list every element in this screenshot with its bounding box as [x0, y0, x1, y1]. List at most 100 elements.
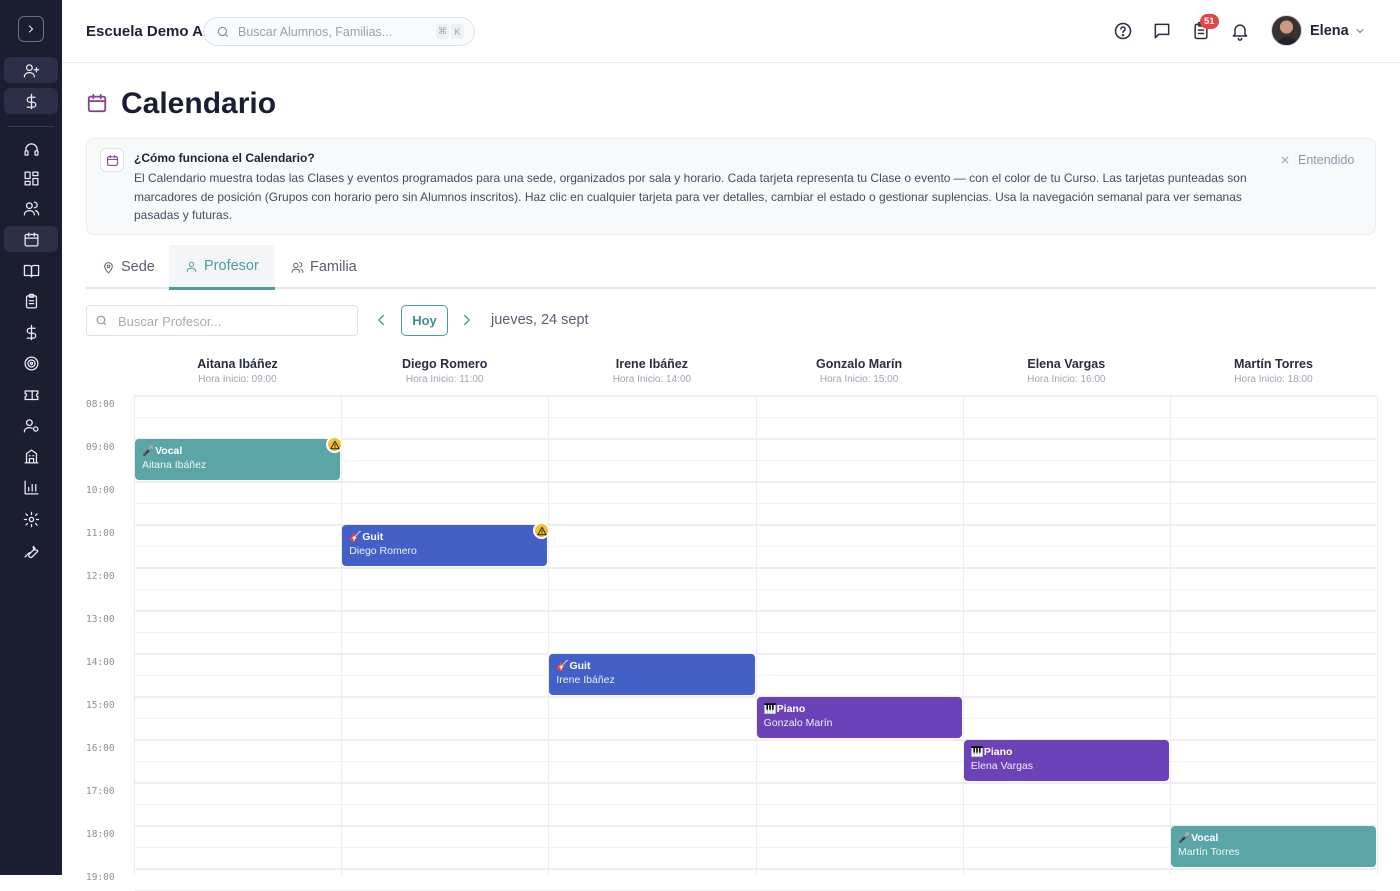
sidebar-item-support[interactable] — [4, 136, 58, 162]
search-placeholder: Buscar Profesor... — [118, 314, 222, 329]
sidebar-item-reports[interactable] — [4, 474, 58, 500]
sidebar-item-calendar[interactable] — [4, 226, 58, 252]
dollar-icon — [26, 324, 36, 340]
sidebar-item-courses[interactable] — [4, 257, 58, 283]
today-button[interactable]: Hoy — [401, 305, 448, 336]
sidebar-item-billing[interactable] — [4, 319, 58, 345]
help-circle-icon — [1114, 22, 1132, 40]
teacher-column-header[interactable]: Aitana Ibáñez Hora Inicio: 09:00 — [134, 357, 341, 385]
sidebar-item-goals[interactable] — [4, 350, 58, 376]
event-teacher: Aitana Ibáñez — [142, 459, 207, 471]
event-teacher: Gonzalo Marín — [763, 717, 833, 729]
sidebar-item-attendance[interactable] — [4, 288, 58, 314]
teacher-column-header[interactable]: Irene Ibáñez Hora Inicio: 14:00 — [548, 357, 755, 385]
sidebar-item-add-student[interactable] — [4, 57, 58, 83]
event-card[interactable]: 🎹Piano Gonzalo Marín — [756, 697, 962, 738]
time-label: 16:00 — [86, 743, 115, 754]
tab-label: Profesor — [204, 258, 259, 274]
time-label: 08:00 — [86, 399, 115, 410]
column-gridline — [341, 394, 343, 875]
dollar-icon — [26, 93, 36, 109]
user-name[interactable]: Elena — [1310, 23, 1349, 39]
time-label: 12:00 — [86, 571, 115, 582]
sidebar-item-locations[interactable] — [4, 443, 58, 469]
column-gridline — [1170, 394, 1171, 875]
tasks-count-badge: 51 — [1200, 14, 1219, 29]
tab-label: Sede — [121, 259, 155, 275]
teacher-name: Aitana Ibáñez — [197, 357, 278, 371]
calendar-icon — [100, 148, 124, 172]
help-button[interactable] — [1113, 21, 1133, 41]
teacher-start-time: Hora Inicio: 15:00 — [819, 374, 899, 385]
teacher-column-header[interactable]: Diego Romero Hora Inicio: 11:00 — [341, 357, 548, 385]
info-title: ¿Cómo funciona el Calendario? — [134, 151, 315, 165]
info-text: El Calendario muestra todas las Clases y… — [134, 171, 1247, 222]
event-teacher: Irene Ibáñez — [556, 674, 615, 686]
sidebar-item-staff[interactable] — [4, 412, 58, 438]
tab-familia[interactable]: Familia — [275, 245, 373, 289]
building-icon — [23, 448, 39, 464]
event-teacher: Martín Torres — [1178, 846, 1240, 858]
time-label: 15:00 — [86, 700, 115, 711]
search-icon — [217, 26, 229, 38]
avatar[interactable] — [1271, 15, 1302, 46]
bar-chart-icon — [23, 479, 39, 495]
event-teacher: Diego Romero — [349, 545, 417, 557]
calendar-grid: Aitana Ibáñez Hora Inicio: 09:00 Diego Rom… — [86, 350, 1379, 891]
tab-sede[interactable]: Sede — [86, 245, 171, 289]
time-label: 11:00 — [86, 528, 115, 539]
calendar-icon — [86, 92, 108, 114]
sidebar-expand-button[interactable] — [18, 16, 44, 42]
message-icon — [1154, 23, 1170, 39]
dashboard-icon — [23, 170, 39, 186]
chevron-down-icon[interactable] — [1354, 25, 1366, 37]
time-label: 09:00 — [86, 442, 115, 453]
event-card[interactable]: 🎤Vocal Martín Torres — [1171, 826, 1377, 867]
event-card[interactable]: 🎹Piano Elena Vargas — [963, 740, 1169, 781]
global-search-input[interactable]: Buscar Alumnos, Familias... ⌘ K — [203, 17, 475, 46]
tab-profesor[interactable]: Profesor — [169, 245, 275, 290]
headset-icon — [23, 142, 39, 156]
chevron-right-icon — [28, 25, 34, 33]
tab-label: Familia — [310, 259, 357, 275]
info-banner: ¿Cómo funciona el Calendario? El Calenda… — [86, 138, 1376, 235]
sidebar-item-tickets[interactable] — [4, 381, 58, 407]
teacher-name: Diego Romero — [401, 357, 488, 371]
sidebar-divider — [8, 126, 54, 127]
teacher-column-header[interactable]: Elena Vargas Hora Inicio: 16:00 — [963, 357, 1170, 385]
event-card[interactable]: 🎤Vocal Aitana Ibáñez — [135, 436, 344, 480]
teacher-start-time: Hora Inicio: 09:00 — [198, 374, 277, 385]
event-title: 🎤Vocal — [1178, 832, 1219, 844]
sidebar-item-settings[interactable] — [4, 506, 58, 532]
dismiss-button[interactable]: Entendido — [1280, 153, 1354, 167]
sidebar-item-students[interactable] — [4, 195, 58, 221]
school-name[interactable]: Escuela Demo A — [86, 23, 203, 40]
kbd-k: K — [451, 24, 464, 39]
event-card[interactable]: 🎸Guit Diego Romero — [342, 522, 551, 566]
teacher-start-time: Hora Inicio: 18:00 — [1234, 374, 1313, 385]
teacher-start-time: Hora Inicio: 11:00 — [405, 374, 484, 385]
next-day-button[interactable] — [458, 311, 476, 329]
user-settings-icon — [23, 418, 39, 433]
teacher-search-input[interactable]: Buscar Profesor... — [86, 305, 358, 336]
target-icon — [23, 355, 39, 371]
gear-icon — [23, 511, 39, 527]
map-pin-icon — [104, 261, 113, 273]
sidebar-item-tools[interactable] — [4, 537, 58, 563]
time-label: 13:00 — [86, 614, 115, 625]
chevron-right-icon — [464, 314, 470, 326]
event-card[interactable]: 🎸Guit Irene Ibáñez — [549, 654, 755, 695]
teacher-column-header[interactable]: Martín Torres Hora Inicio: 18:00 — [1170, 357, 1377, 385]
event-title: 🎤Vocal — [142, 445, 183, 457]
dismiss-label: Entendido — [1298, 153, 1355, 167]
teacher-column-header[interactable]: Gonzalo Marín Hora Inicio: 15:00 — [756, 357, 963, 385]
users-icon — [23, 200, 39, 216]
sidebar-item-payments[interactable] — [4, 88, 58, 114]
search-placeholder: Buscar Alumnos, Familias... — [238, 25, 393, 39]
sidebar-item-dashboard[interactable] — [4, 165, 58, 191]
kbd-cmd: ⌘ — [436, 24, 449, 39]
prev-day-button[interactable] — [372, 311, 390, 329]
search-icon — [96, 315, 107, 326]
messages-button[interactable] — [1152, 21, 1172, 41]
notifications-button[interactable] — [1230, 21, 1250, 41]
